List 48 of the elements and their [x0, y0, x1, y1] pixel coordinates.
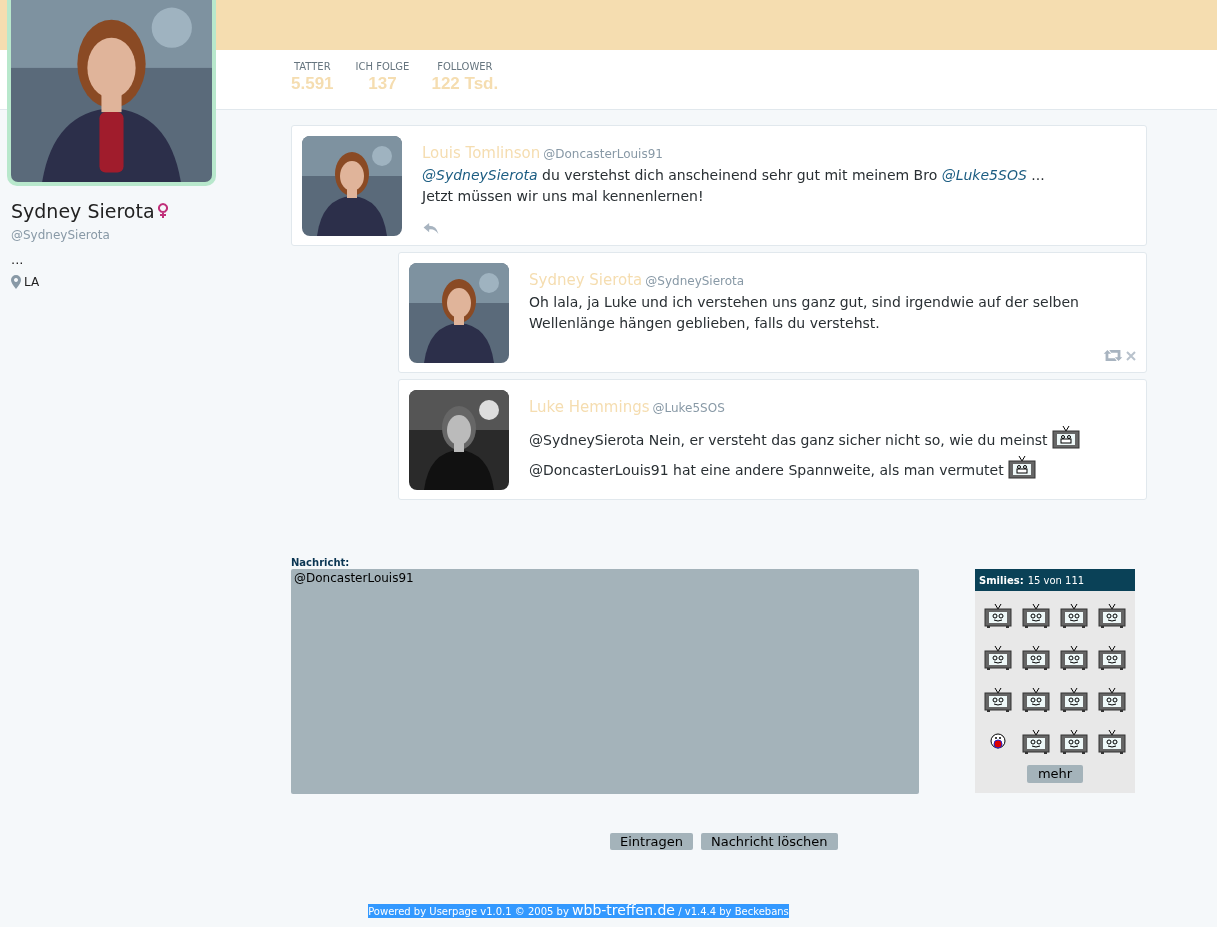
stat-value: 5.591 [291, 74, 334, 94]
more-button[interactable]: mehr [1026, 765, 1084, 783]
author-handle[interactable]: @DoncasterLouis91 [543, 145, 663, 163]
profile-bio: ... [11, 250, 25, 269]
tv-smiley-icon[interactable] [1060, 603, 1088, 629]
form-button[interactable]: Eintragen [610, 833, 693, 850]
tweet-text: Oh lala, ja Luke und ich verstehen uns ganz gut, sind irgendwie auf der selben Wellenlänge hängen geblieben, falls du verstehst. [529, 292, 1080, 333]
mention-link[interactable]: @Luke5SOS [941, 166, 1027, 183]
tv-smiley-icon [1007, 454, 1036, 481]
stat-label: ICH FOLGE [355, 60, 410, 74]
profile-name: Sydney Sierota [11, 199, 155, 224]
tv-smiley-icon[interactable] [1098, 603, 1126, 629]
tweet-text: @SydneySierota du verstehst dich anscheinend sehr gut mit meinem Bro @Luke5SOS ... [422, 165, 1046, 185]
tv-smiley-icon[interactable] [1060, 645, 1088, 671]
tv-smiley-icon[interactable] [1022, 603, 1050, 629]
footer-link[interactable]: wbb-treffen.de [572, 902, 675, 918]
tv-smiley-icon[interactable] [1060, 687, 1088, 713]
location-pin-icon [11, 275, 21, 289]
tv-smiley-icon[interactable] [1060, 729, 1088, 755]
stat-value: 122 Tsd. [431, 74, 499, 94]
author-handle[interactable]: @SydneySierota [645, 272, 745, 290]
tv-smiley-icon[interactable] [984, 645, 1012, 671]
tv-smiley-icon[interactable] [1098, 729, 1126, 755]
smilies-count: 15 von 111 [1027, 573, 1085, 588]
tv-smiley-icon[interactable] [1098, 687, 1126, 713]
message-field[interactable]: @DoncasterLouis91 [291, 569, 919, 794]
message-label: Nachricht: [291, 557, 351, 569]
female-icon [157, 203, 168, 220]
stat-label: TATTER [293, 60, 331, 74]
form-button[interactable]: Nachricht löschen [700, 833, 838, 850]
profile-handle: @SydneySierota [11, 226, 111, 244]
footer-credit: Powered by Userpage v1.0.1 © 2005 by wbb-treffen.de / v1.4.4 by Beckebans [368, 904, 789, 918]
tv-smiley-icon [1051, 424, 1080, 451]
tweet-text: Jetzt müssen wir uns mal kennenlernen! [422, 186, 705, 206]
author-handle[interactable]: @Luke5SOS [652, 399, 725, 417]
mention-link[interactable]: @SydneySierota [422, 166, 538, 183]
smilies-title: Smilies: [979, 573, 1024, 588]
tv-smiley-icon[interactable] [984, 603, 1012, 629]
tweet-text: @DoncasterLouis91 hat eine andere Spannweite, als man vermutet [529, 454, 1136, 481]
tv-smiley-icon[interactable] [1098, 645, 1126, 671]
stat-label: FOLLOWER [437, 60, 493, 74]
tv-smiley-icon[interactable] [984, 687, 1012, 713]
profile-location: LA [24, 274, 40, 291]
stat-value: 137 [368, 74, 397, 94]
tweet-text: @SydneySierota Nein, er versteht das ganz sicher nicht so, wie du meinst [529, 424, 1136, 451]
tv-smiley-icon[interactable] [1022, 687, 1050, 713]
tv-smiley-icon[interactable] [1022, 645, 1050, 671]
tv-smiley-icon[interactable] [1022, 729, 1050, 755]
